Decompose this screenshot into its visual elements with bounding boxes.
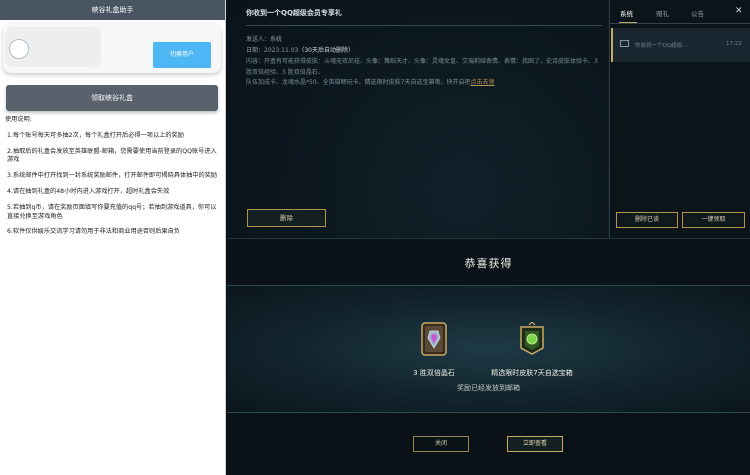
- mail-title: 你收到一个QQ超级会员专享礼: [246, 9, 342, 17]
- switch-user-button[interactable]: 切换用户: [153, 42, 211, 68]
- tab-announcements[interactable]: 公告: [691, 8, 704, 18]
- instruction-item: 6.软件仅供娱乐交流学习请勿用于非法和商业用途否则后果自负: [7, 228, 180, 236]
- instructions: 使用说明: 1.每个账号每天可多抽2次，每个礼盒打开后必得一项以上的奖励 2.抽…: [5, 116, 220, 244]
- mail-date-value: 日期：2023.11.03: [246, 47, 299, 54]
- mail-sidebar: 系统 赠礼 公告 ✕ 你收到一个QQ超级... 17:22 删除已读 一键领取: [609, 0, 750, 238]
- mail-list-item[interactable]: 你收到一个QQ超级... 17:22: [611, 28, 750, 62]
- skin-chest-icon: [520, 321, 544, 355]
- reward-band: 3 胜双倍晶石 精选限时皮肤7天自选宝箱: [227, 285, 750, 413]
- crystal-card-icon: [421, 322, 447, 356]
- screen: 峡谷礼盒助手 切换用户 领取峡谷礼盒 使用说明: 1.每个账号每天可多抽2次，每…: [0, 0, 750, 475]
- instruction-item: 4.请在抽到礼盒的48小时内进入游戏打开，超时礼盒会失效: [7, 187, 170, 195]
- claim-all-button[interactable]: 一键领取: [682, 212, 745, 228]
- mail-sender: 发送人：系统: [246, 36, 283, 43]
- reward-note: 奖励已经发放到邮箱: [457, 384, 520, 392]
- reward-item-label: 精选限时皮肤7天自选宝箱: [491, 369, 573, 377]
- divider: [246, 25, 602, 26]
- helper-panel: 峡谷礼盒助手 切换用户 领取峡谷礼盒 使用说明: 1.每个账号每天可多抽2次，每…: [0, 0, 226, 475]
- mail-item-title: 你收到一个QQ超级...: [635, 43, 688, 49]
- close-icon[interactable]: ✕: [735, 6, 743, 16]
- claim-gift-button[interactable]: 领取峡谷礼盒: [6, 85, 218, 111]
- avatar: [9, 39, 29, 59]
- helper-title: 峡谷礼盒助手: [0, 0, 225, 20]
- mail-detail: 你收到一个QQ超级会员专享礼 发送人：系统 日期：2023.11.03（30天后…: [227, 0, 608, 238]
- mail-body: 内容：开盒有可能获得皮肤：斗魂无双尼菈、头像：舞蹈天才、头像：灵魂女皇、艾瑞莉娅…: [246, 57, 604, 89]
- claim-link[interactable]: 点击去领: [470, 79, 494, 86]
- reward-title: 恭喜获得: [464, 257, 513, 270]
- instruction-item: 1.每个账号每天可多抽2次，每个礼盒打开后必得一项以上的奖励: [7, 131, 184, 139]
- instruction-item: 2.抽取后的礼盒会发放至英雄联盟-邮箱，您需要使用当前登录的QQ账号进入游戏: [7, 147, 217, 164]
- instruction-item: 5.若抽到q币，请在奖励页面填写你要充值的qq号；若抽到游戏道具，你可以直接兑换…: [7, 203, 217, 220]
- reward-item: 精选限时皮肤7天自选宝箱: [477, 321, 587, 378]
- reward-item: 3 胜双倍晶石: [399, 322, 469, 378]
- active-tab-indicator: [619, 22, 637, 23]
- envelope-icon: [620, 40, 629, 47]
- delete-read-button[interactable]: 删除已读: [616, 212, 678, 228]
- mail-date-note: （30天后自动删除）: [298, 47, 354, 54]
- tab-gifts[interactable]: 赠礼: [656, 8, 669, 18]
- reward-item-label: 3 胜双倍晶石: [413, 369, 455, 377]
- delete-mail-button[interactable]: 删除: [247, 209, 326, 227]
- close-button[interactable]: 关闭: [413, 436, 469, 452]
- mail-body-text-2: 队伍加成卡、龙魂水晶*50、全英雄畅玩卡、精选限时皮肤7天自选宝箱哦，快开启吧: [246, 79, 471, 86]
- reward-popup: 恭喜获得 3 胜双倍晶石 精选限时皮肤7天自选宝箱 奖励已经发放到邮箱 关闭 立…: [227, 238, 750, 475]
- instructions-heading: 使用说明:: [5, 116, 32, 123]
- mail-date: 日期：2023.11.03（30天后自动删除）: [246, 45, 354, 54]
- mail-body-text: 内容：开盒有可能获得皮肤：斗魂无双尼菈、头像：舞蹈天才、头像：灵魂女皇、艾瑞莉娅…: [246, 58, 598, 76]
- game-client: 你收到一个QQ超级会员专享礼 发送人：系统 日期：2023.11.03（30天后…: [227, 0, 750, 475]
- instruction-item: 3.系统邮件中打开找到一封系统奖励邮件，打开邮件即可揭晓具体抽中的奖励: [7, 172, 218, 180]
- user-info-box: [5, 27, 101, 67]
- mail-tabs: 系统 赠礼 公告 ✕: [610, 0, 750, 24]
- view-now-button[interactable]: 立即查看: [507, 436, 563, 452]
- user-card: 切换用户: [3, 23, 221, 73]
- tab-system[interactable]: 系统: [620, 8, 633, 18]
- mail-item-time: 17:22: [726, 41, 742, 47]
